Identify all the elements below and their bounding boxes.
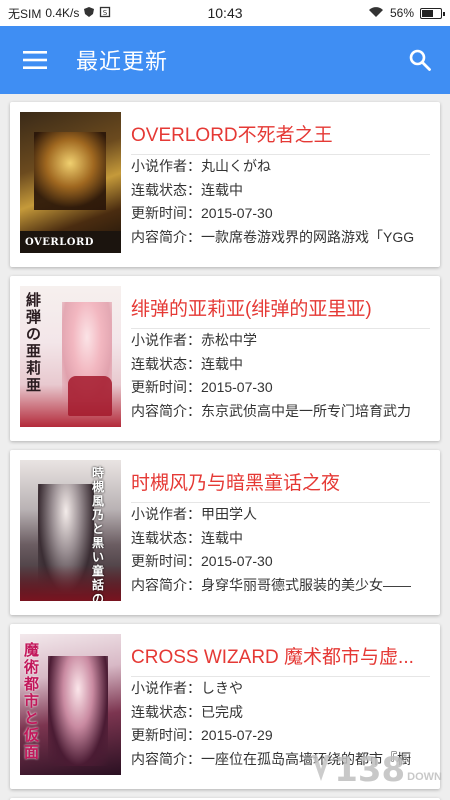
book-title: OVERLORD不死者之王 bbox=[131, 122, 430, 155]
cover-title: OVERLORD bbox=[25, 237, 94, 248]
updated-row: 更新时间：2015-07-30 bbox=[131, 376, 430, 400]
updated-label: 更新时间： bbox=[131, 553, 201, 569]
svg-text:S: S bbox=[103, 9, 108, 17]
status-right: 56% bbox=[368, 6, 445, 21]
battery-percent: 56% bbox=[389, 6, 414, 20]
book-cover: OVERLORD bbox=[20, 112, 121, 253]
book-cover: 時槻風乃と黒い童話の夜 bbox=[20, 460, 121, 601]
status-label: 连载状态： bbox=[131, 181, 201, 198]
author-label: 小说作者： bbox=[131, 506, 201, 522]
summary-row: 内容简介：一款席卷游戏界的网路游戏「YGG bbox=[131, 226, 430, 250]
app-bar: 最近更新 bbox=[0, 26, 450, 94]
network-speed: 0.4K/s bbox=[45, 6, 80, 20]
search-icon bbox=[409, 49, 431, 71]
updated-row: 更新时间：2015-07-30 bbox=[131, 202, 430, 226]
summary-value: 一款席卷游戏界的网路游戏「YGG bbox=[201, 228, 415, 245]
clock: 10:43 bbox=[207, 5, 243, 21]
status-label: 连载状态： bbox=[131, 529, 201, 546]
book-info: 绯弹的亚莉亚(绯弹的亚里亚) 小说作者：赤松中学 连载状态：连载中 更新时间：2… bbox=[131, 286, 430, 429]
cover-title: 魔術都市と仮面 bbox=[24, 641, 40, 761]
summary-label: 内容简介： bbox=[131, 750, 201, 767]
summary-row: 内容简介：身穿华丽哥德式服装的美少女—— bbox=[131, 574, 430, 598]
wifi-icon bbox=[368, 6, 384, 21]
watermark-number: 138 bbox=[334, 750, 406, 790]
cover-title: 緋弾の亜莉亜 bbox=[26, 291, 42, 394]
updated-value: 2015-07-30 bbox=[201, 205, 273, 221]
status-value: 已完成 bbox=[201, 703, 243, 720]
book-info: 时槻风乃与暗黑童话之夜 小说作者：甲田学人 连载状态：连载中 更新时间：2015… bbox=[131, 460, 430, 603]
book-card[interactable]: 時槻風乃と黒い童話の夜 时槻风乃与暗黑童话之夜 小说作者：甲田学人 连载状态：连… bbox=[10, 450, 440, 615]
search-button[interactable] bbox=[390, 26, 450, 94]
updated-label: 更新时间： bbox=[131, 379, 201, 395]
summary-label: 内容简介： bbox=[131, 228, 201, 245]
updated-label: 更新时间： bbox=[131, 727, 201, 743]
hamburger-menu-icon bbox=[23, 51, 47, 69]
battery-icon bbox=[420, 7, 445, 19]
book-info: OVERLORD不死者之王 小说作者：丸山くがね 连载状态：连载中 更新时间：2… bbox=[131, 112, 430, 255]
author-row: 小说作者：赤松中学 bbox=[131, 329, 430, 353]
cover-title: 時槻風乃と黒い童話の夜 bbox=[92, 466, 105, 601]
book-cover: 魔術都市と仮面 bbox=[20, 634, 121, 775]
author-row: 小说作者：甲田学人 bbox=[131, 503, 430, 527]
updated-label: 更新时间： bbox=[131, 205, 201, 221]
author-label: 小说作者： bbox=[131, 332, 201, 348]
author-row: 小说作者：しきや bbox=[131, 677, 430, 701]
summary-label: 内容简介： bbox=[131, 576, 201, 593]
author-label: 小说作者： bbox=[131, 158, 201, 174]
book-title: 绯弹的亚莉亚(绯弹的亚里亚) bbox=[131, 296, 430, 329]
summary-value: 身穿华丽哥德式服装的美少女—— bbox=[201, 576, 411, 593]
status-row: 连载状态：连载中 bbox=[131, 179, 430, 203]
updated-value: 2015-07-30 bbox=[201, 379, 273, 395]
author-row: 小说作者：丸山くがね bbox=[131, 155, 430, 179]
updated-value: 2015-07-29 bbox=[201, 727, 273, 743]
battery-level bbox=[422, 9, 434, 17]
status-row: 连载状态：已完成 bbox=[131, 701, 430, 725]
sim-card-icon: S bbox=[99, 6, 111, 21]
author-value: 赤松中学 bbox=[201, 332, 257, 348]
menu-button[interactable] bbox=[0, 26, 70, 94]
summary-row: 内容简介：东京武侦高中是一所专门培育武力 bbox=[131, 400, 430, 424]
watermark-logo-icon bbox=[310, 753, 332, 788]
updated-row: 更新时间：2015-07-30 bbox=[131, 550, 430, 574]
status-value: 连载中 bbox=[201, 529, 243, 546]
status-bar: 无SIM 0.4K/s S 10:43 56% bbox=[0, 0, 450, 26]
status-left: 无SIM 0.4K/s S bbox=[8, 5, 111, 22]
author-value: 丸山くがね bbox=[201, 158, 271, 174]
status-value: 连载中 bbox=[201, 181, 243, 198]
status-label: 连载状态： bbox=[131, 703, 201, 720]
book-card[interactable]: 緋弾の亜莉亜 绯弹的亚莉亚(绯弹的亚里亚) 小说作者：赤松中学 连载状态：连载中… bbox=[10, 276, 440, 441]
author-label: 小说作者： bbox=[131, 680, 201, 696]
watermark-suffix: DOWN bbox=[407, 771, 442, 783]
updated-value: 2015-07-30 bbox=[201, 553, 273, 569]
status-value: 连载中 bbox=[201, 355, 243, 372]
book-cover: 緋弾の亜莉亜 bbox=[20, 286, 121, 427]
summary-label: 内容简介： bbox=[131, 402, 201, 419]
book-card[interactable]: OVERLORD OVERLORD不死者之王 小说作者：丸山くがね 连载状态：连… bbox=[10, 102, 440, 267]
author-value: 甲田学人 bbox=[201, 506, 257, 522]
site-watermark: 138 DOWN bbox=[310, 750, 442, 790]
author-value: しきや bbox=[201, 680, 243, 696]
status-row: 连载状态：连载中 bbox=[131, 353, 430, 377]
page-title: 最近更新 bbox=[76, 49, 169, 74]
summary-value: 东京武侦高中是一所专门培育武力 bbox=[201, 402, 411, 419]
updated-row: 更新时间：2015-07-29 bbox=[131, 724, 430, 748]
status-row: 连载状态：连载中 bbox=[131, 527, 430, 551]
book-title: CROSS WIZARD 魔术都市与虚... bbox=[131, 644, 430, 677]
book-title: 时槻风乃与暗黑童话之夜 bbox=[131, 470, 430, 503]
carrier-text: 无SIM bbox=[8, 6, 42, 21]
book-list[interactable]: OVERLORD OVERLORD不死者之王 小说作者：丸山くがね 连载状态：连… bbox=[0, 94, 450, 800]
status-label: 连载状态： bbox=[131, 355, 201, 372]
shield-icon bbox=[83, 6, 95, 21]
